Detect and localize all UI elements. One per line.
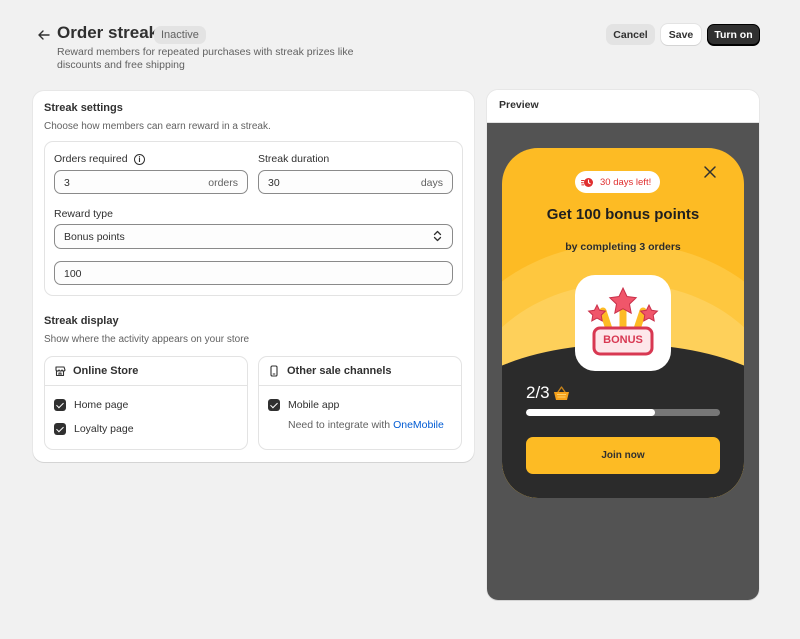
fire-timer-icon xyxy=(581,178,593,187)
streak-popup: 30 days left! Get 100 bonus points by co… xyxy=(502,148,744,498)
preview-title: Preview xyxy=(499,99,539,111)
bonus-badge-text: BONUS xyxy=(603,334,643,346)
integrate-prefix: Need to integrate with xyxy=(288,419,391,431)
progress-count: 2/3 xyxy=(526,383,570,403)
chevron-updown-icon xyxy=(433,230,442,242)
checkbox-checked[interactable] xyxy=(268,399,280,411)
mobile-icon xyxy=(270,365,278,377)
streak-settings-subtitle: Choose how members can earn reward in a … xyxy=(44,121,271,132)
arrow-left-icon xyxy=(38,30,50,40)
home-page-label: Home page xyxy=(74,399,129,411)
streak-settings-title: Streak settings xyxy=(44,102,123,114)
progress-fill xyxy=(526,409,656,416)
streak-display-title: Streak display xyxy=(44,315,119,327)
status-badge: Inactive xyxy=(154,26,206,44)
page-header: Order streak Inactive Reward members for… xyxy=(32,22,760,74)
loyalty-page-label: Loyalty page xyxy=(74,423,134,435)
days-left-text: 30 days left! xyxy=(600,176,652,188)
bonus-stars-icon xyxy=(587,286,659,356)
reward-amount-input[interactable]: 100 xyxy=(54,261,453,285)
checkbox-checked[interactable] xyxy=(54,399,66,411)
basket-icon xyxy=(553,386,569,400)
orders-required-value: 3 xyxy=(64,177,70,189)
home-page-checkbox[interactable]: Home page xyxy=(54,397,128,413)
page-title: Order streak xyxy=(57,23,159,42)
orders-suffix: orders xyxy=(208,177,238,189)
close-icon[interactable] xyxy=(703,165,717,179)
streak-duration-value: 30 xyxy=(268,177,280,189)
reward-amount-value: 100 xyxy=(64,268,82,280)
back-button[interactable] xyxy=(34,25,54,45)
preview-header: Preview xyxy=(487,90,759,123)
join-now-button[interactable]: Join now xyxy=(526,437,720,474)
reward-type-value: Bonus points xyxy=(64,231,125,243)
days-left-pill: 30 days left! xyxy=(575,171,661,193)
streak-display-subtitle: Show where the activity appears on your … xyxy=(44,334,250,345)
online-store-title: Online Store xyxy=(73,365,139,377)
streak-settings-card: Streak settings Choose how members can e… xyxy=(33,91,474,462)
online-store-header: Online Store xyxy=(45,357,247,386)
streak-duration-label: Streak duration xyxy=(258,153,330,165)
other-channels-title: Other sale channels xyxy=(287,365,392,377)
mobile-app-checkbox[interactable]: Mobile app xyxy=(268,397,339,413)
orders-required-label: Orders required xyxy=(54,153,128,165)
other-channels-box: Other sale channels Mobile app Need to i… xyxy=(258,356,462,450)
popup-subline: by completing 3 orders xyxy=(565,241,681,253)
checkbox-checked[interactable] xyxy=(54,423,66,435)
cancel-button[interactable]: Cancel xyxy=(606,24,655,45)
integrate-text: Need to integrate with OneMobile xyxy=(288,419,444,431)
onemobile-link[interactable]: OneMobile xyxy=(393,419,444,431)
info-icon[interactable]: i xyxy=(134,154,145,165)
save-button[interactable]: Save xyxy=(661,24,701,45)
orders-required-input[interactable]: 3 orders xyxy=(54,170,248,194)
popup-headline: Get 100 bonus points xyxy=(546,206,700,223)
progress-bar xyxy=(526,409,720,416)
reward-type-select[interactable]: Bonus points xyxy=(54,224,453,249)
days-suffix: days xyxy=(420,177,443,189)
page-subtitle: Reward members for repeated purchases wi… xyxy=(57,46,354,71)
progress-text: 2/3 xyxy=(526,383,550,402)
streak-settings-box: Orders required i 3 orders Streak durati… xyxy=(44,141,463,296)
bonus-badge-tile: BONUS xyxy=(575,275,671,371)
mobile-app-label: Mobile app xyxy=(288,399,340,411)
preview-canvas: 30 days left! Get 100 bonus points by co… xyxy=(487,123,759,600)
turn-on-button[interactable]: Turn on xyxy=(707,24,760,45)
reward-type-label: Reward type xyxy=(54,208,113,220)
loyalty-page-checkbox[interactable]: Loyalty page xyxy=(54,421,134,437)
store-icon xyxy=(55,366,66,377)
streak-duration-input[interactable]: 30 days xyxy=(258,170,453,194)
other-channels-header: Other sale channels xyxy=(259,357,461,386)
online-store-box: Online Store Home page Loyalty page xyxy=(44,356,248,450)
preview-card: Preview 30 days left! Get 100 bonus poin… xyxy=(487,90,759,600)
